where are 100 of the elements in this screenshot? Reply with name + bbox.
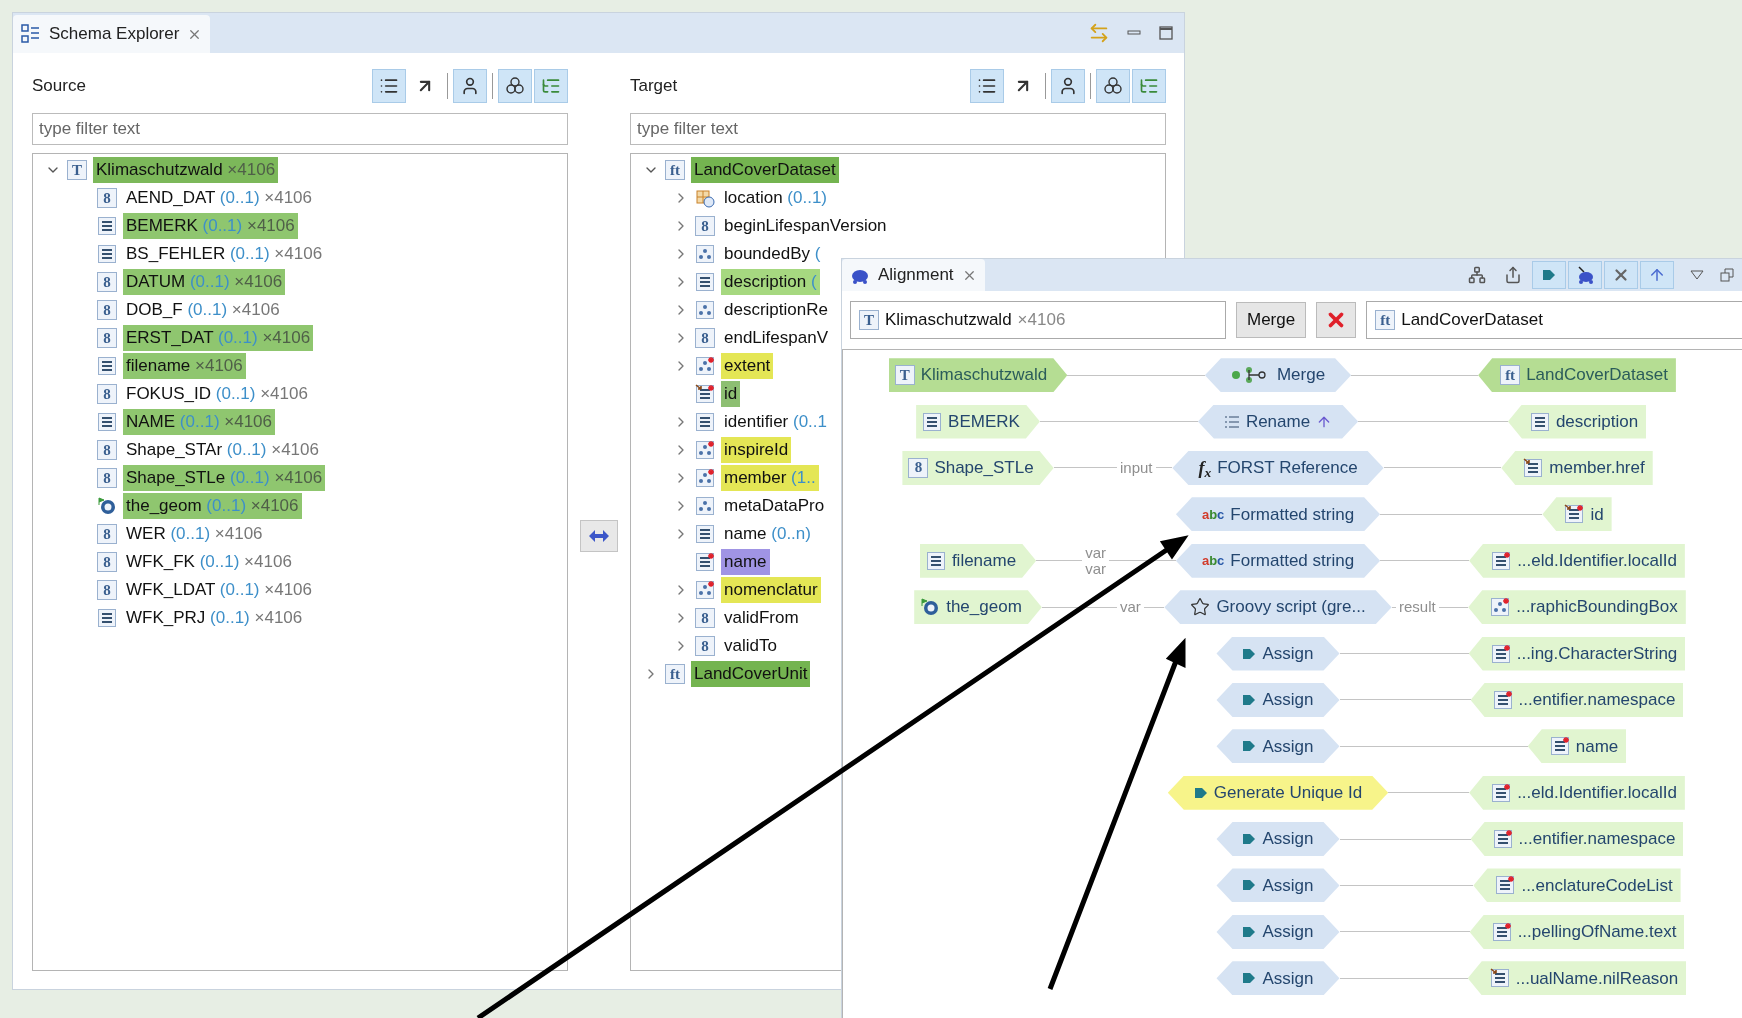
tree-item[interactable]: BEMERK (0..1) ×4106 (123, 213, 298, 239)
abc-icon: abc (1201, 507, 1225, 521)
type-icon: 8 (97, 272, 117, 292)
tree-item[interactable]: AEND_DAT (0..1) ×4106 (123, 185, 316, 211)
restore-icon[interactable] (1720, 268, 1734, 282)
function-node[interactable]: Assign (1216, 636, 1340, 671)
tree-item[interactable]: validFrom (721, 605, 802, 631)
target-node[interactable]: ...ualName.nilReason (1467, 961, 1687, 996)
lines-icon (1492, 689, 1513, 710)
source-node[interactable]: filename (919, 543, 1037, 578)
function-node[interactable]: Merge (1204, 358, 1352, 393)
tree-item[interactable]: WFK_PRJ (0..1) ×4106 (123, 605, 306, 631)
tree-item[interactable]: identifier (0..1 (721, 409, 831, 435)
filter-field[interactable]: type filter text (32, 113, 568, 145)
maximize-icon[interactable] (1158, 25, 1174, 41)
tree-item[interactable]: WFK_FK (0..1) ×4106 (123, 549, 295, 575)
target-node[interactable]: member.href (1501, 450, 1653, 485)
target-node[interactable]: ...enclatureCodeList (1473, 868, 1681, 903)
tree-item[interactable]: BS_FEHLER (0..1) ×4106 (123, 241, 326, 267)
type-icon: 8 (97, 580, 117, 600)
tag-arrow-icon (1542, 268, 1556, 282)
merge-button[interactable]: Merge (1236, 302, 1307, 338)
swap-button[interactable] (580, 520, 618, 552)
function-node[interactable]: abc Formatted string (1175, 543, 1381, 578)
function-node[interactable]: Assign (1216, 729, 1340, 764)
target-node[interactable]: ft LandCoverDataset (1478, 358, 1676, 393)
lines-icon (97, 244, 117, 264)
tree-item[interactable]: member (1.. (721, 465, 819, 491)
connector-label: result (1399, 599, 1436, 616)
target-node[interactable]: ...eld.Identifier.localId (1469, 775, 1685, 810)
target-node[interactable]: ...pellingOfName.text (1469, 914, 1685, 949)
tree-item[interactable]: DATUM (0..1) ×4106 (123, 269, 286, 295)
tree-item[interactable]: LandCoverUnit (691, 661, 811, 687)
tree-item[interactable]: Klimaschutzwald ×4106 (93, 157, 279, 183)
type-icon: 8 (695, 328, 715, 348)
target-node[interactable]: description (1507, 404, 1647, 439)
source-node[interactable]: 8 Shape_STLe (902, 450, 1054, 485)
tree-item[interactable]: endLifespanV (721, 325, 831, 351)
function-node[interactable]: Assign (1216, 822, 1340, 857)
function-node[interactable]: Assign (1216, 961, 1340, 996)
target-node[interactable]: ...raphicBoundingBox (1468, 590, 1686, 625)
view-tab[interactable]: Alignment (842, 259, 985, 291)
tree-item[interactable]: metaDataPro (721, 493, 828, 519)
tree-item[interactable]: the_geom (0..1) ×4106 (123, 493, 302, 519)
tree-item[interactable]: validTo (721, 633, 780, 659)
tree-item[interactable]: ERST_DAT (0..1) ×4106 (123, 325, 314, 351)
target-node[interactable]: ...entifier.namespace (1470, 822, 1684, 857)
node-label: Shape_STLe (934, 457, 1034, 480)
tree-item[interactable]: name (0..n) (721, 521, 814, 547)
node-label: ...eld.Identifier.localId (1517, 781, 1677, 804)
tree-item[interactable]: id (721, 381, 741, 407)
delete-button[interactable] (1316, 302, 1357, 338)
toolbar-button[interactable] (372, 69, 406, 103)
toolbar-button[interactable] (1096, 69, 1130, 103)
toolbar-button[interactable] (498, 69, 532, 103)
tree-item[interactable]: extent (721, 353, 774, 379)
function-node[interactable]: abc Formatted string (1175, 497, 1381, 532)
tree-item[interactable]: WFK_LDAT (0..1) ×4106 (123, 577, 315, 603)
toolbar-button[interactable] (1051, 69, 1085, 103)
ring-icon (920, 597, 941, 618)
target-node[interactable]: id (1542, 497, 1612, 532)
target-node[interactable]: ...entifier.namespace (1470, 682, 1684, 717)
function-node[interactable]: Assign (1216, 868, 1340, 903)
target-node[interactable]: name (1527, 729, 1627, 764)
tree-item[interactable]: location (0..1) (721, 185, 831, 211)
lines-icon (1491, 550, 1512, 571)
tree-item[interactable]: Shape_STAr (0..1) ×4106 (123, 437, 322, 463)
function-node[interactable]: Rename (1197, 404, 1359, 439)
function-node[interactable]: Assign (1216, 682, 1340, 717)
menu-icon[interactable] (1690, 270, 1704, 280)
function-node[interactable]: Assign (1216, 914, 1340, 949)
view-tab[interactable]: Schema Explorer (13, 15, 211, 53)
function-node[interactable]: Groovy script (gre... (1164, 590, 1392, 625)
tree-item[interactable]: Shape_STLe (0..1) ×4106 (123, 465, 326, 491)
tree-item[interactable]: filename ×4106 (123, 353, 246, 379)
toolbar-button[interactable] (453, 69, 487, 103)
tree-item[interactable]: beginLifespanVersion (721, 213, 890, 239)
source-node[interactable]: BEMERK (916, 404, 1040, 439)
source-node[interactable]: the_geom (914, 590, 1042, 625)
tree-item[interactable]: nomenclatur (721, 577, 821, 603)
function-node[interactable]: f$_{x}$ FORST Reference (1172, 450, 1384, 485)
tree-item[interactable]: WER (0..1) ×4106 (123, 521, 266, 547)
tree-item[interactable]: boundedBy ( (721, 241, 824, 267)
tree-item[interactable]: FOKUS_ID (0..1) ×4106 (123, 381, 311, 407)
tree-item[interactable]: name (721, 549, 770, 575)
toolbar-button[interactable] (970, 69, 1004, 103)
tree-item[interactable]: description ( (721, 269, 820, 295)
target-node[interactable]: ...ing.CharacterString (1468, 636, 1686, 671)
source-node[interactable]: T Klimaschutzwald (888, 358, 1068, 393)
lines-icon (1495, 875, 1516, 896)
target-node[interactable]: ...eld.Identifier.localId (1469, 543, 1685, 578)
source-type-field[interactable]: T Klimaschutzwald ×4106 (850, 301, 1226, 339)
tree-item[interactable]: DOB_F (0..1) ×4106 (123, 297, 283, 323)
tree-item[interactable]: inspireId (721, 437, 792, 463)
tree-item[interactable]: NAME (0..1) ×4106 (123, 409, 276, 435)
target-type-field[interactable]: ft LandCoverDataset (1366, 301, 1742, 339)
filter-field[interactable]: type filter text (630, 113, 1166, 145)
function-node[interactable]: Generate Unique Id (1167, 775, 1389, 810)
tree-item[interactable]: LandCoverDataset (691, 157, 839, 183)
tree-item[interactable]: descriptionRe (721, 297, 831, 323)
